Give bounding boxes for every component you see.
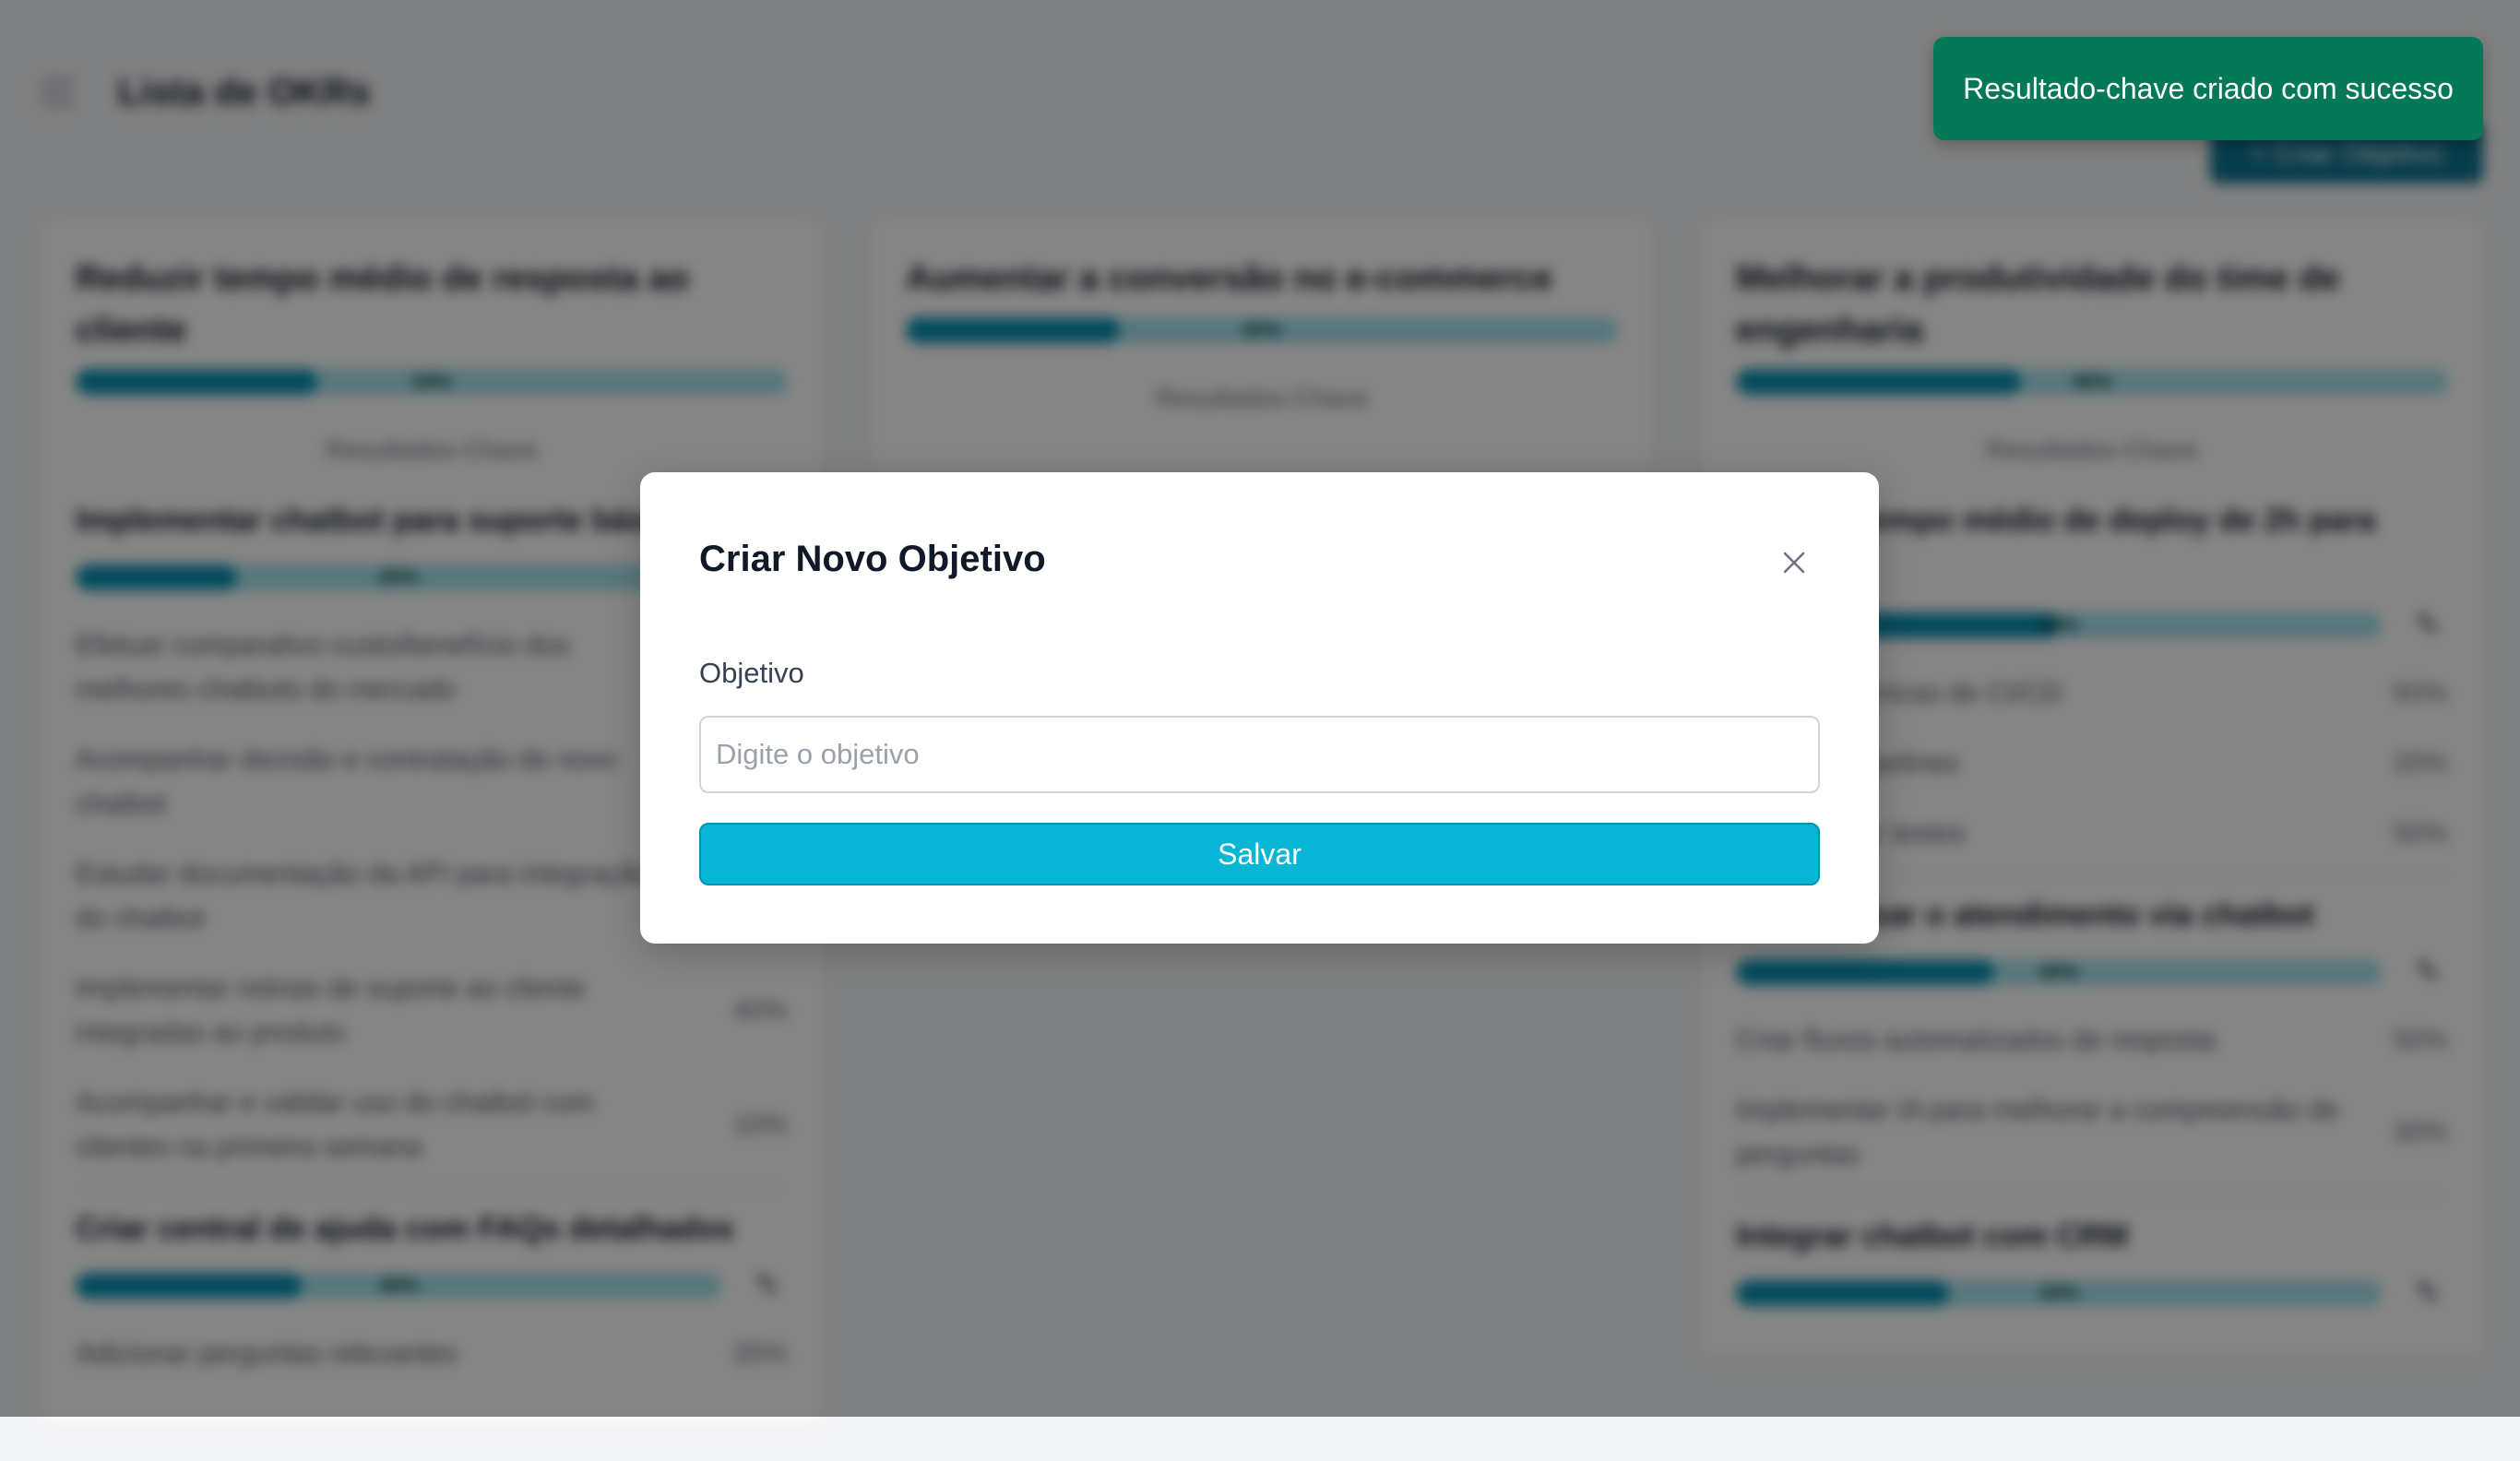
create-objective-modal: Criar Novo Objetivo Objetivo Salvar: [640, 472, 1879, 944]
modal-title: Criar Novo Objetivo: [699, 539, 1046, 579]
close-icon[interactable]: [1776, 544, 1813, 581]
save-button[interactable]: Salvar: [699, 823, 1820, 885]
objective-input[interactable]: [699, 716, 1820, 793]
success-toast: Resultado-chave criado com sucesso: [1933, 37, 2483, 140]
objective-label: Objetivo: [699, 657, 804, 689]
